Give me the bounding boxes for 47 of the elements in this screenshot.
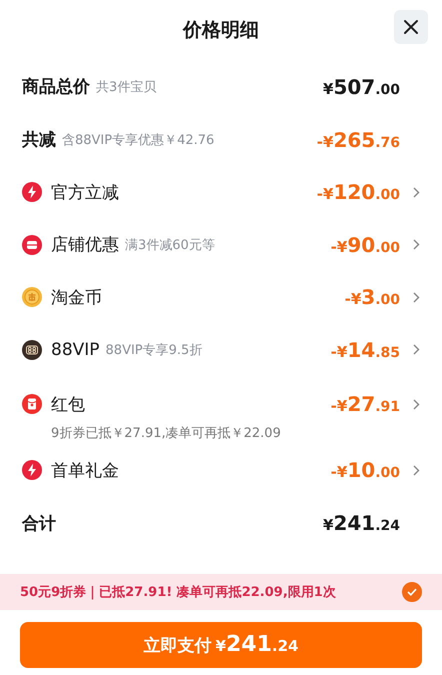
- price: -¥14.85: [330, 338, 400, 362]
- discount-row[interactable]: 88VIP 88VIP专享9.5折 -¥14.85: [0, 324, 442, 376]
- row-label: 商品总价: [22, 76, 90, 98]
- chevron-icon: [413, 186, 420, 198]
- coupon-checkbox[interactable]: [402, 582, 422, 602]
- lightning-icon: [22, 460, 42, 480]
- discount-row[interactable]: 首单礼金 -¥10.00: [0, 444, 442, 496]
- row-label: 合计: [22, 512, 56, 534]
- discount-row[interactable]: 官方立减 -¥120.00: [0, 166, 442, 218]
- row-label: 88VIP: [51, 340, 100, 360]
- chevron-icon: [413, 344, 420, 356]
- check-icon: [407, 588, 417, 596]
- price: ¥507.00: [323, 74, 400, 98]
- row-label: 共减: [22, 129, 56, 151]
- lightning-icon: [22, 182, 42, 202]
- price: -¥90.00: [330, 232, 400, 257]
- close-icon: [403, 19, 419, 35]
- sheet-title: 价格明细: [183, 18, 259, 43]
- shop-icon: [22, 234, 42, 255]
- chevron-icon: [413, 398, 420, 410]
- price: -¥120.00: [316, 180, 400, 204]
- chevron-icon: [413, 239, 420, 250]
- envelope-icon: [22, 394, 42, 414]
- coin-icon: [22, 287, 42, 308]
- row-note: 88VIP专享9.5折: [106, 342, 202, 359]
- chevron-icon: [413, 464, 420, 476]
- vip-icon: [22, 340, 42, 360]
- price: -¥10.00: [330, 458, 400, 482]
- close-button[interactable]: [394, 10, 428, 44]
- row-label: 淘金币: [51, 286, 102, 309]
- row-label: 首单礼金: [51, 460, 119, 482]
- discount-row[interactable]: 店铺优惠 满3件减60元等 -¥90.00: [0, 218, 442, 271]
- row-note: 共3件宝贝: [96, 78, 156, 96]
- coupon-text: 50元9折券｜已抵27.91! 凑单可再抵22.09,限用1次: [20, 584, 336, 600]
- chevron-icon: [413, 292, 420, 303]
- total-price: ¥241.24: [323, 511, 400, 535]
- price: -¥27.91: [330, 392, 400, 416]
- row-note: 含88VIP专享优惠￥42.76: [62, 132, 214, 148]
- row-label: 红包: [51, 394, 85, 416]
- price: -¥265.76: [316, 128, 400, 152]
- discount-row[interactable]: 红包 -¥27.91: [0, 384, 442, 424]
- row-detail: 9折券已抵￥27.91,凑单可再抵￥22.09: [51, 425, 281, 443]
- discount-row[interactable]: 淘金币 -¥3.00: [0, 271, 442, 324]
- row-label: 官方立减: [51, 182, 119, 204]
- row-note: 满3件减60元等: [125, 236, 215, 254]
- row-label: 店铺优惠: [51, 234, 119, 256]
- price: -¥3.00: [344, 285, 400, 310]
